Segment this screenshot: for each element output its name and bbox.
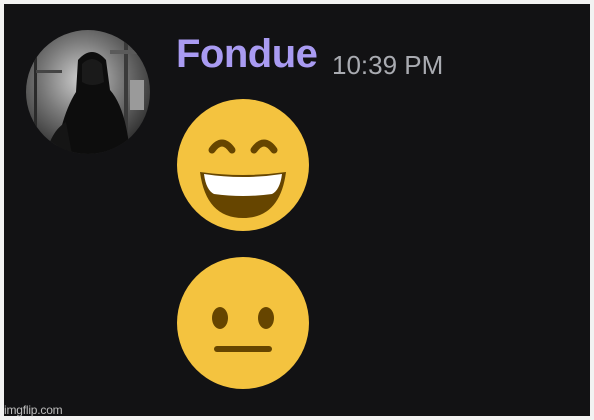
- message-timestamp: 10:39 PM: [332, 50, 444, 80]
- avatar-image: [26, 30, 150, 154]
- user-avatar[interactable]: [26, 30, 150, 154]
- chat-message-frame: Fondue 10:39 PM: [4, 4, 590, 416]
- username[interactable]: Fondue: [176, 30, 318, 78]
- watermark: imgflip.com: [4, 403, 63, 417]
- neutral-face-emoji-icon: [176, 256, 310, 390]
- grin-emoji-icon: [176, 98, 310, 232]
